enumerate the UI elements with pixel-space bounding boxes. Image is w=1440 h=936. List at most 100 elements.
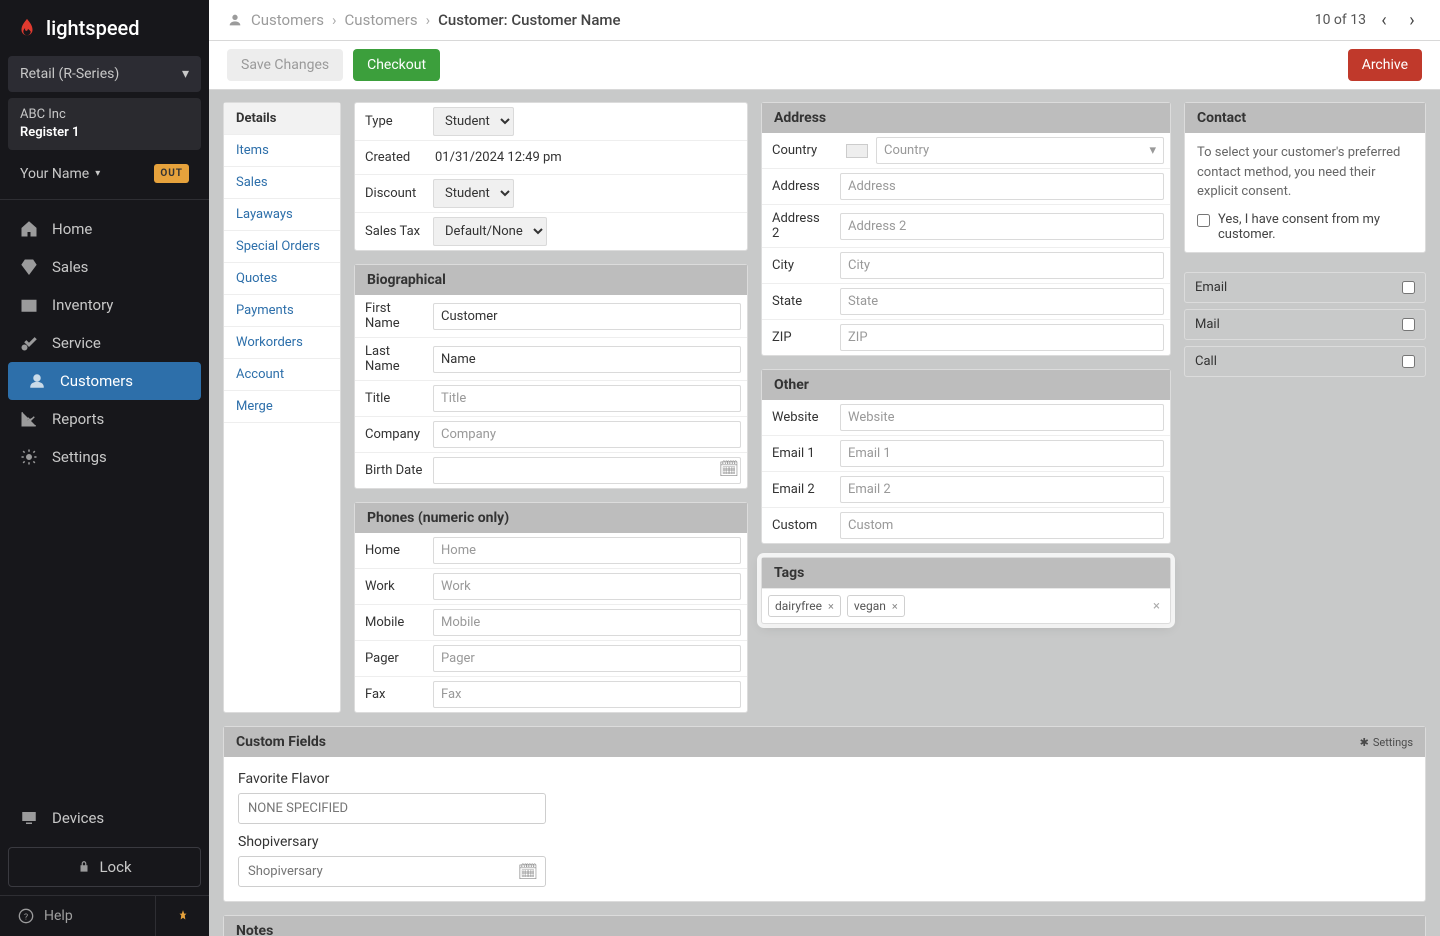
tags-input[interactable]: dairyfree×vegan×× xyxy=(762,588,1170,623)
nav-settings[interactable]: Settings xyxy=(0,438,209,476)
subnav-merge[interactable]: Merge xyxy=(224,391,340,423)
website-label: Website xyxy=(762,404,840,431)
notes-header: Notes xyxy=(224,916,1425,936)
mail-pref-label: Mail xyxy=(1195,317,1220,332)
nav-label: Inventory xyxy=(52,296,113,314)
home-phone-label: Home xyxy=(355,537,433,564)
phones-header: Phones (numeric only) xyxy=(355,503,747,533)
nav-inventory[interactable]: Inventory xyxy=(0,286,209,324)
birth-date-input[interactable] xyxy=(433,457,741,484)
company-input[interactable] xyxy=(433,421,741,448)
mobile-phone-input[interactable] xyxy=(433,609,741,636)
subnav-workorders[interactable]: Workorders xyxy=(224,327,340,359)
state-input[interactable] xyxy=(840,288,1164,315)
register-name: Register 1 xyxy=(20,125,79,140)
city-input[interactable] xyxy=(840,252,1164,279)
pager-next[interactable]: › xyxy=(1402,10,1422,30)
subnav-details: Details xyxy=(224,103,340,135)
type-select[interactable]: Student xyxy=(433,107,514,136)
last-name-label: Last Name xyxy=(355,338,433,380)
nav-label: Home xyxy=(52,220,92,238)
tag-chip: vegan× xyxy=(847,595,905,617)
fax-phone-input[interactable] xyxy=(433,681,741,708)
out-badge: OUT xyxy=(154,164,189,183)
custom-fields-settings[interactable]: ✱ Settings xyxy=(1360,736,1413,749)
custom-input[interactable] xyxy=(840,512,1164,539)
last-name-input[interactable] xyxy=(433,346,741,373)
reports-icon xyxy=(20,410,38,428)
title-input[interactable] xyxy=(433,385,741,412)
email1-input[interactable] xyxy=(840,440,1164,467)
shopiversary-input[interactable] xyxy=(238,856,546,887)
country-select[interactable]: Country▾ xyxy=(876,137,1164,164)
call-pref-checkbox[interactable] xyxy=(1402,355,1415,368)
lock-button[interactable]: Lock xyxy=(8,847,201,887)
contact-header: Contact xyxy=(1185,103,1425,133)
biographical-panel: Biographical First Name Last Name Title … xyxy=(354,264,748,489)
archive-button[interactable]: Archive xyxy=(1348,49,1422,81)
title-label: Title xyxy=(355,385,433,412)
subnav-special-orders[interactable]: Special Orders xyxy=(224,231,340,263)
product-line-select[interactable]: Retail (R-Series) ▾ xyxy=(8,56,201,92)
tax-select[interactable]: Default/None xyxy=(433,217,547,246)
discount-select[interactable]: Student xyxy=(433,179,514,208)
work-phone-input[interactable] xyxy=(433,573,741,600)
breadcrumb-bar: Customers › Customers › Customer: Custom… xyxy=(209,0,1440,41)
subnav-payments[interactable]: Payments xyxy=(224,295,340,327)
action-bar: Save Changes Checkout Archive xyxy=(209,41,1440,90)
first-name-label: First Name xyxy=(355,295,433,337)
brand-name: lightspeed xyxy=(46,16,140,40)
devices-link[interactable]: Devices xyxy=(0,797,209,839)
user-menu[interactable]: Your Name ▾ OUT xyxy=(8,156,201,191)
home-phone-input[interactable] xyxy=(433,537,741,564)
email2-input[interactable] xyxy=(840,476,1164,503)
breadcrumb-l1[interactable]: Customers xyxy=(251,11,324,29)
pager-prev[interactable]: ‹ xyxy=(1374,10,1394,30)
subnav-sales[interactable]: Sales xyxy=(224,167,340,199)
settings-icon xyxy=(20,448,38,466)
subnav-layaways[interactable]: Layaways xyxy=(224,199,340,231)
breadcrumb-l2[interactable]: Customers xyxy=(345,11,418,29)
help-icon: ? xyxy=(18,908,34,924)
chevron-right-icon: › xyxy=(332,11,337,29)
nav-home[interactable]: Home xyxy=(0,210,209,248)
help-link[interactable]: ? Help xyxy=(0,896,155,936)
nav-sales[interactable]: Sales xyxy=(0,248,209,286)
calendar-icon[interactable]: 🗓 xyxy=(719,459,739,478)
subnav-items[interactable]: Items xyxy=(224,135,340,167)
work-phone-label: Work xyxy=(355,573,433,600)
zip-input[interactable] xyxy=(840,324,1164,351)
website-input[interactable] xyxy=(840,404,1164,431)
nav-service[interactable]: Service xyxy=(0,324,209,362)
nav-reports[interactable]: Reports xyxy=(0,400,209,438)
favorite-flavor-label: Favorite Flavor xyxy=(238,771,1411,787)
pager-phone-input[interactable] xyxy=(433,645,741,672)
lock-icon xyxy=(77,860,91,874)
customer-subnav: DetailsItemsSalesLayawaysSpecial OrdersQ… xyxy=(223,102,341,713)
clear-tags-icon[interactable]: × xyxy=(1153,599,1164,614)
remove-tag-icon[interactable]: × xyxy=(892,600,898,613)
email-pref-checkbox[interactable] xyxy=(1402,281,1415,294)
subnav-quotes[interactable]: Quotes xyxy=(224,263,340,295)
custom-fields-panel: Custom Fields ✱ Settings Favorite Flavor… xyxy=(223,726,1426,902)
nav-label: Sales xyxy=(52,258,88,276)
consent-checkbox[interactable] xyxy=(1197,214,1210,227)
address2-input[interactable] xyxy=(840,213,1164,240)
favorite-flavor-input[interactable] xyxy=(238,793,546,824)
first-name-input[interactable] xyxy=(433,303,741,330)
pin-button[interactable] xyxy=(155,896,209,936)
tags-panel: Tags dairyfree×vegan×× xyxy=(761,557,1171,624)
address-panel: Address Country Country▾ Address Address… xyxy=(761,102,1171,356)
address-input[interactable] xyxy=(840,173,1164,200)
subnav-account[interactable]: Account xyxy=(224,359,340,391)
checkout-button[interactable]: Checkout xyxy=(353,49,440,81)
mail-pref-checkbox[interactable] xyxy=(1402,318,1415,331)
brand-logo: lightspeed xyxy=(0,0,209,56)
company-label: Company xyxy=(355,421,433,448)
chevron-down-icon: ▾ xyxy=(95,168,100,179)
flame-icon xyxy=(16,17,38,39)
calendar-icon[interactable]: 🗓 xyxy=(518,862,538,881)
nav-customers[interactable]: Customers xyxy=(8,362,201,400)
remove-tag-icon[interactable]: × xyxy=(828,600,834,613)
save-button[interactable]: Save Changes xyxy=(227,49,343,81)
